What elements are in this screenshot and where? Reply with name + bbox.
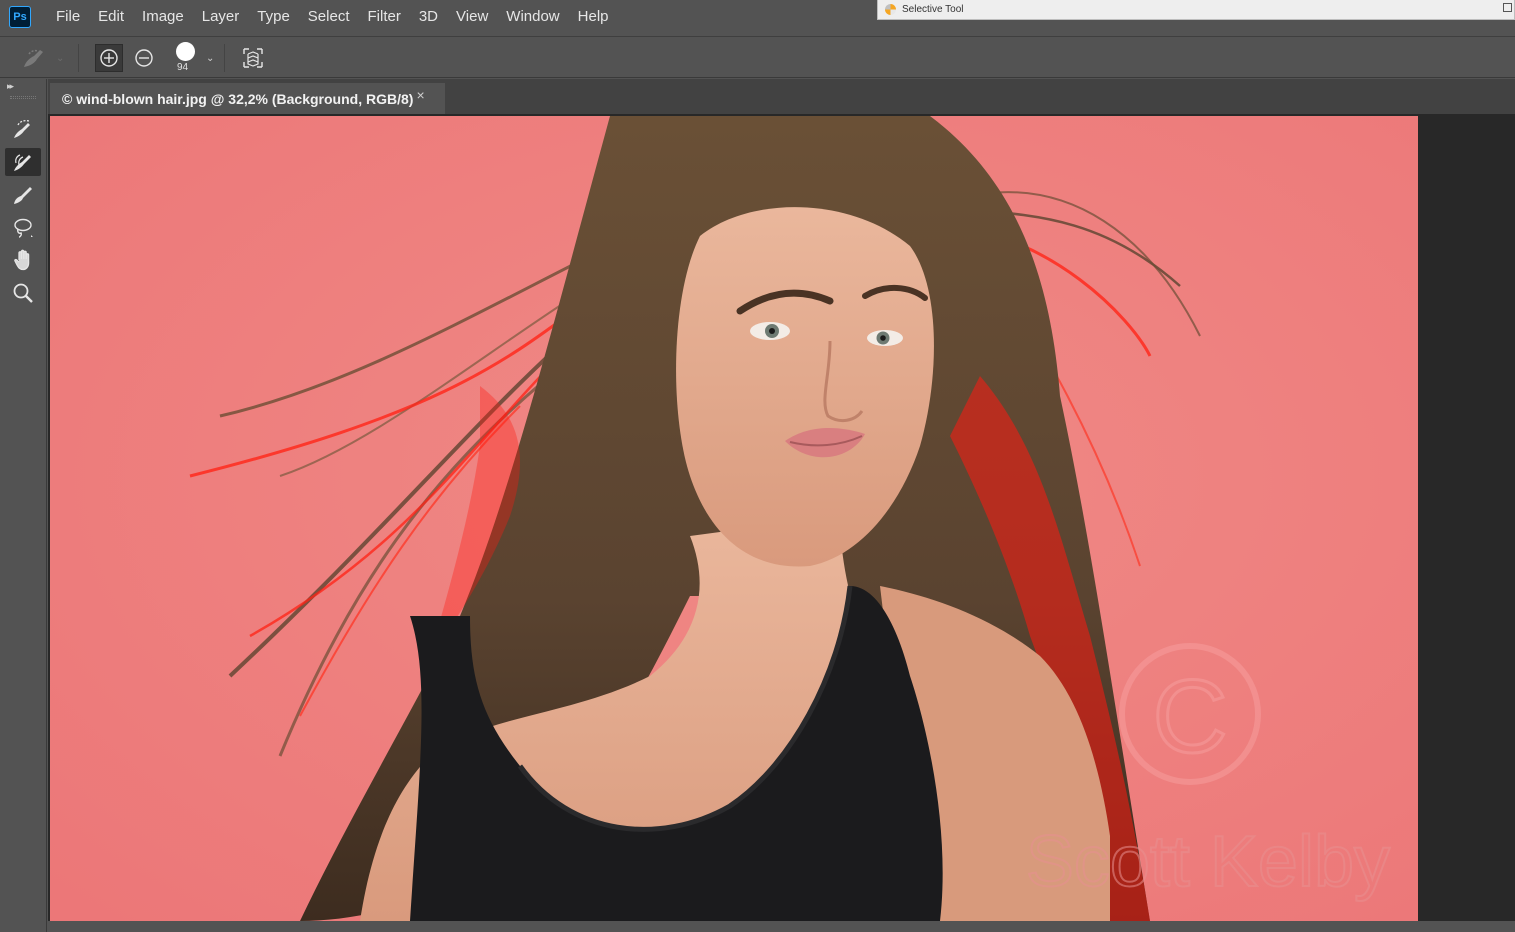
lasso-tool[interactable] <box>5 214 41 242</box>
menu-help[interactable]: Help <box>569 0 618 34</box>
menu-select[interactable]: Select <box>299 0 359 34</box>
options-divider <box>78 44 79 72</box>
photoshop-window: Ps File Edit Image Layer Type Select Fil… <box>0 0 1515 932</box>
options-bar: ⌄ 94 ⌄ <box>0 36 1515 78</box>
document-tab[interactable]: © wind-blown hair.jpg @ 32,2% (Backgroun… <box>50 83 445 114</box>
panel-grip[interactable] <box>10 96 36 99</box>
photoshop-logo-icon[interactable]: Ps <box>9 6 31 28</box>
menu-type[interactable]: Type <box>248 0 299 34</box>
zoom-icon <box>13 283 33 303</box>
menu-layer[interactable]: Layer <box>193 0 249 34</box>
selective-tool-window[interactable]: Selective Tool <box>877 0 1515 20</box>
watermark-copyright-symbol: C <box>1152 659 1227 775</box>
brush-tool[interactable] <box>5 181 41 209</box>
add-to-selection-icon <box>100 49 118 67</box>
add-to-selection-button[interactable] <box>95 44 123 72</box>
selective-tool-title: Selective Tool <box>902 4 964 15</box>
refine-edge-button[interactable] <box>240 45 266 71</box>
menu-view[interactable]: View <box>447 0 497 34</box>
quick-selection-icon <box>14 119 30 138</box>
refine-edge-brush-icon <box>14 154 31 171</box>
menu-window[interactable]: Window <box>497 0 568 34</box>
canvas-bottom-strip <box>48 921 1515 932</box>
brush-size-value: 94 <box>177 62 189 73</box>
menu-filter[interactable]: Filter <box>359 0 410 34</box>
selective-tool-close-icon[interactable] <box>1503 3 1512 12</box>
brush-picker-chevron-icon[interactable]: ⌄ <box>206 53 214 64</box>
close-document-icon[interactable]: × <box>416 87 424 103</box>
watermark-text: Scott Kelby <box>1026 822 1390 902</box>
options-divider <box>224 44 225 72</box>
hand-tool[interactable] <box>5 246 41 274</box>
quick-selection-tool[interactable] <box>5 115 41 143</box>
tools-panel: ▸▸ <box>0 79 47 932</box>
portrait-photo: C Scott Kelby <box>50 116 1418 921</box>
hand-icon <box>14 249 30 271</box>
refine-edge-icon <box>243 48 263 68</box>
document-tabs: © wind-blown hair.jpg @ 32,2% (Backgroun… <box>48 79 1515 114</box>
document-tab-title: © wind-blown hair.jpg @ 32,2% (Backgroun… <box>62 90 414 107</box>
subtract-from-selection-icon <box>135 49 153 67</box>
tool-preset-chevron-icon[interactable]: ⌄ <box>56 53 64 64</box>
menu-image[interactable]: Image <box>133 0 193 34</box>
brush-preview-icon[interactable] <box>176 42 195 61</box>
menu-file[interactable]: File <box>47 0 89 34</box>
menu-edit[interactable]: Edit <box>89 0 133 34</box>
zoom-tool[interactable] <box>5 279 41 307</box>
menu-3d[interactable]: 3D <box>410 0 447 34</box>
selective-tool-icon <box>885 4 896 15</box>
collapse-panel-icon[interactable]: ▸▸ <box>7 81 14 92</box>
quick-selection-brush-icon[interactable] <box>20 46 48 70</box>
document-image[interactable]: C Scott Kelby <box>50 116 1418 921</box>
lasso-icon <box>14 218 33 238</box>
canvas-area[interactable]: C Scott Kelby <box>48 114 1515 932</box>
brush-icon <box>14 187 32 204</box>
refine-edge-brush-tool[interactable] <box>5 148 41 176</box>
subtract-from-selection-button[interactable] <box>130 44 158 72</box>
